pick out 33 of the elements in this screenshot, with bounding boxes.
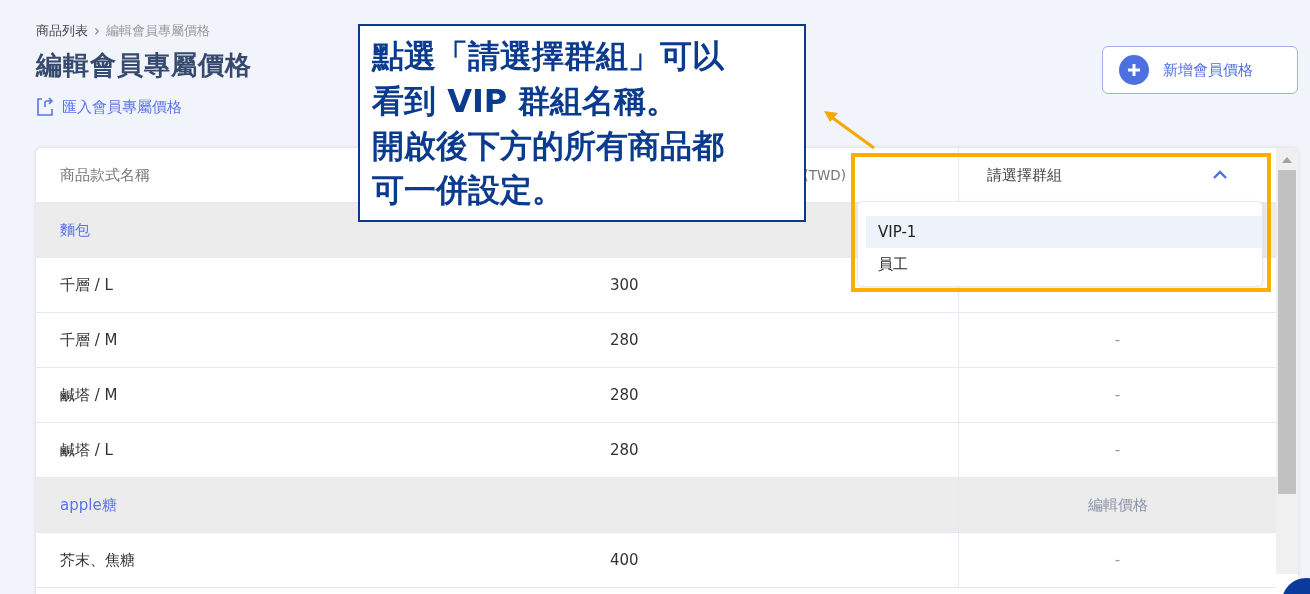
import-link[interactable]: 匯入會員專屬價格 bbox=[36, 97, 252, 117]
category-name: apple糖 bbox=[60, 495, 117, 515]
price-cell: 280 bbox=[610, 331, 639, 349]
price-cell: 400 bbox=[610, 551, 639, 569]
member-price-cell: - bbox=[1114, 441, 1121, 459]
member-price-cell: - bbox=[1114, 331, 1121, 349]
dropdown-option[interactable]: VIP-1 bbox=[866, 216, 1262, 248]
page-title: 編輯會員專屬價格 bbox=[36, 49, 252, 82]
breadcrumb-item: 編輯會員專屬價格 bbox=[106, 22, 210, 40]
breadcrumb-item[interactable]: 商品列表 bbox=[36, 22, 88, 40]
product-name: 鹹塔 / M bbox=[60, 385, 118, 405]
product-name: 千層 / M bbox=[60, 330, 118, 350]
scroll-up-icon bbox=[1281, 156, 1293, 164]
member-price-cell: - bbox=[1114, 386, 1121, 404]
price-cell: 300 bbox=[610, 276, 639, 294]
chevron-icon: › bbox=[94, 22, 100, 40]
caret-icon bbox=[1212, 170, 1228, 180]
callout-note: 點選「請選擇群組」可以 看到 VIP 群組名稱。 開啟後下方的所有商品都 可一併設定。 bbox=[358, 24, 806, 222]
import-icon bbox=[36, 97, 54, 117]
category-name: 麵包 bbox=[60, 220, 90, 240]
product-name: 鹹塔 / L bbox=[60, 440, 113, 460]
scrollbar[interactable] bbox=[1276, 148, 1298, 574]
price-cell: 280 bbox=[610, 386, 639, 404]
member-price-cell: - bbox=[1114, 551, 1121, 569]
product-name: 千層 / L bbox=[60, 275, 113, 295]
plus-icon bbox=[1119, 55, 1149, 85]
product-name: 芥末、焦糖 bbox=[60, 550, 135, 570]
group-select[interactable]: 請選擇群組 bbox=[959, 148, 1276, 202]
scroll-thumb[interactable] bbox=[1278, 170, 1296, 494]
dropdown-option[interactable]: 員工 bbox=[866, 248, 1262, 280]
price-cell: 280 bbox=[610, 441, 639, 459]
column-header: 商品款式名稱 bbox=[60, 165, 150, 185]
add-price-button[interactable]: 新增會員價格 bbox=[1102, 46, 1298, 94]
